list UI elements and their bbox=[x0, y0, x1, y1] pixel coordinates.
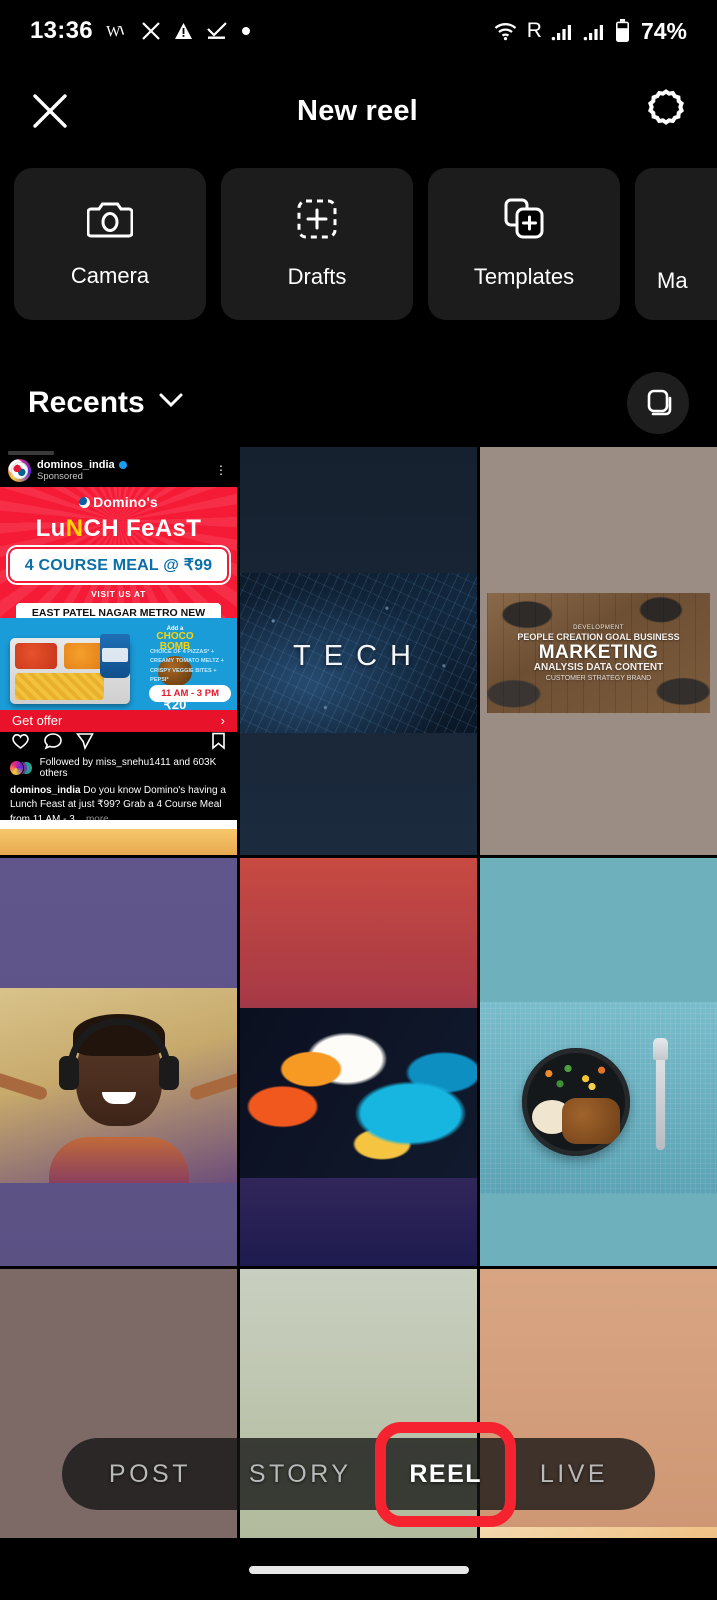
wordcloud-row-4: ANALYSIS DATA CONTENT bbox=[533, 661, 664, 673]
chevron-right-icon: › bbox=[220, 713, 225, 729]
status-bar-right: R 74% bbox=[493, 18, 687, 45]
marketing-desk-photo: DEVELOPMENT PEOPLE CREATION GOAL BUSINES… bbox=[487, 593, 710, 713]
screen-header: New reel bbox=[0, 62, 717, 160]
select-multiple-icon[interactable] bbox=[627, 371, 689, 434]
thumbnail-alarm-clock-sunrise[interactable] bbox=[480, 1269, 717, 1555]
action-cards-row[interactable]: Camera Drafts Templates Ma bbox=[0, 168, 717, 328]
ig-post-meta: Followed by miss_snehu1411 and 603K othe… bbox=[0, 755, 237, 828]
get-offer-label: Get offer bbox=[12, 713, 63, 729]
wikipedia-icon: W bbox=[106, 21, 128, 41]
thumbnail-marketing-word-cloud[interactable]: DEVELOPMENT PEOPLE CREATION GOAL BUSINES… bbox=[480, 447, 717, 855]
wordcloud-row-1: DEVELOPMENT bbox=[573, 624, 624, 631]
dominos-brand: Domino's bbox=[0, 487, 237, 512]
screenshot-statusbar bbox=[0, 447, 237, 456]
heart-icon bbox=[11, 732, 30, 755]
mode-reel[interactable]: REEL bbox=[409, 1460, 482, 1489]
comment-icon bbox=[44, 732, 62, 755]
camera-card[interactable]: Camera bbox=[14, 168, 206, 320]
ig-post-header: dominos_india Sponsored ⋮ bbox=[0, 455, 237, 487]
dominos-ad-creative: Domino's LuNCH FeAsT 4 COURSE MEAL @ ₹99… bbox=[0, 486, 237, 618]
battery-icon bbox=[615, 19, 630, 43]
thumbnail-woman-in-kitchen[interactable] bbox=[240, 1269, 477, 1555]
check-underline-icon bbox=[206, 22, 228, 40]
thumbnail-dominos-ad-screenshot[interactable]: dominos_india Sponsored ⋮ Domino's LuNCH… bbox=[0, 447, 237, 855]
manage-card-label: Ma bbox=[657, 268, 688, 293]
headphones-photo bbox=[0, 988, 237, 1183]
camera-icon bbox=[86, 199, 134, 244]
ad-timing-badge: 11 AM - 3 PM bbox=[149, 684, 231, 702]
ad-offer-ribbon: 4 COURSE MEAL @ ₹99 bbox=[10, 548, 227, 581]
tech-overlay-text: TECH bbox=[293, 640, 424, 672]
ad-visit-label: VISIT US AT bbox=[91, 588, 146, 599]
bookmark-icon bbox=[211, 732, 226, 755]
dominos-ad-food-panel: Add a CHOCO BOMB for₹20 CHOICE OF 4 PIZZ… bbox=[0, 617, 237, 710]
battery-percent: 74% bbox=[640, 17, 687, 44]
ig-action-bar bbox=[0, 732, 237, 755]
page-title: New reel bbox=[297, 94, 418, 127]
chevron-down-icon bbox=[158, 392, 184, 413]
status-bar: 13:36 W R 74% bbox=[0, 0, 717, 62]
get-offer-button: Get offer › bbox=[0, 709, 237, 732]
drafts-card-label: Drafts bbox=[287, 264, 347, 289]
wifi-icon bbox=[493, 21, 518, 41]
thumbnail-photographer-with-camera[interactable] bbox=[0, 1269, 237, 1555]
svg-text:W: W bbox=[106, 23, 121, 40]
wordcloud-row-5: CUSTOMER STRATEGY BRAND bbox=[545, 674, 652, 682]
thumbnail-tech-circuit-board[interactable]: TECH bbox=[240, 447, 477, 855]
instagram-new-reel-screen: 13:36 W R 74% New reel Camera Drafts Tem… bbox=[0, 0, 717, 1600]
templates-card[interactable]: Templates bbox=[428, 168, 620, 320]
pepsi-cup-graphic bbox=[100, 633, 130, 678]
album-selector[interactable]: Recents bbox=[28, 386, 184, 420]
thumbnail-meal-tray[interactable] bbox=[480, 858, 717, 1266]
album-label: Recents bbox=[28, 385, 145, 419]
ad-headline: LuNCH FeAsT bbox=[35, 514, 202, 542]
gallery-toolbar: Recents bbox=[0, 360, 717, 445]
x-twitter-icon bbox=[141, 21, 161, 41]
media-grid[interactable]: dominos_india Sponsored ⋮ Domino's LuNCH… bbox=[0, 447, 717, 1555]
ad-features-text: CHOICE OF 4 PIZZAS* + CREAMY TOMATO MELT… bbox=[150, 648, 224, 684]
wordcloud-row-2: PEOPLE CREATION GOAL BUSINESS bbox=[517, 631, 680, 642]
dominos-logo-icon bbox=[79, 496, 91, 508]
camera-card-label: Camera bbox=[70, 263, 150, 288]
thumbnail-woman-with-headphones[interactable] bbox=[0, 858, 237, 1266]
home-indicator[interactable] bbox=[248, 1566, 469, 1574]
mode-story[interactable]: STORY bbox=[249, 1460, 352, 1489]
manage-card-partial[interactable]: Ma bbox=[635, 168, 717, 320]
status-time: 13:36 bbox=[30, 17, 93, 44]
roaming-indicator: R bbox=[526, 19, 542, 42]
thumbnail-abstract-paint-art[interactable] bbox=[240, 858, 477, 1266]
templates-card-label: Templates bbox=[473, 264, 575, 289]
status-bar-left: 13:36 W bbox=[30, 17, 251, 45]
dashed-square-plus-icon bbox=[296, 198, 338, 245]
close-icon[interactable] bbox=[28, 89, 72, 133]
stacked-squares-plus-icon bbox=[502, 198, 546, 245]
ad-address: EAST PATEL NAGAR METRO NEW DELHI bbox=[16, 602, 221, 618]
sponsored-label: Sponsored bbox=[37, 470, 83, 482]
avatar-stack-icon bbox=[10, 760, 23, 775]
share-icon bbox=[75, 732, 94, 755]
mode-live[interactable]: LIVE bbox=[540, 1460, 608, 1489]
capture-mode-bar[interactable]: POST STORY REEL LIVE bbox=[62, 1421, 655, 1527]
gear-icon[interactable] bbox=[643, 88, 689, 134]
followed-by-text: Followed by miss_snehu1411 and 603K othe… bbox=[10, 757, 227, 779]
signal-icon bbox=[551, 21, 574, 41]
ig-username: dominos_india bbox=[37, 459, 115, 472]
signal-icon bbox=[583, 21, 606, 41]
wordcloud-main-word: MARKETING bbox=[538, 641, 659, 663]
abstract-paint-photo bbox=[240, 1008, 477, 1178]
warning-triangle-icon bbox=[174, 22, 193, 40]
dot-icon bbox=[241, 26, 251, 36]
avatar bbox=[8, 459, 31, 483]
three-dots-icon: ⋮ bbox=[215, 463, 227, 478]
meal-photo bbox=[480, 1002, 717, 1194]
verified-badge-icon bbox=[118, 461, 127, 470]
drafts-card[interactable]: Drafts bbox=[221, 168, 413, 320]
mode-post[interactable]: POST bbox=[109, 1460, 191, 1489]
